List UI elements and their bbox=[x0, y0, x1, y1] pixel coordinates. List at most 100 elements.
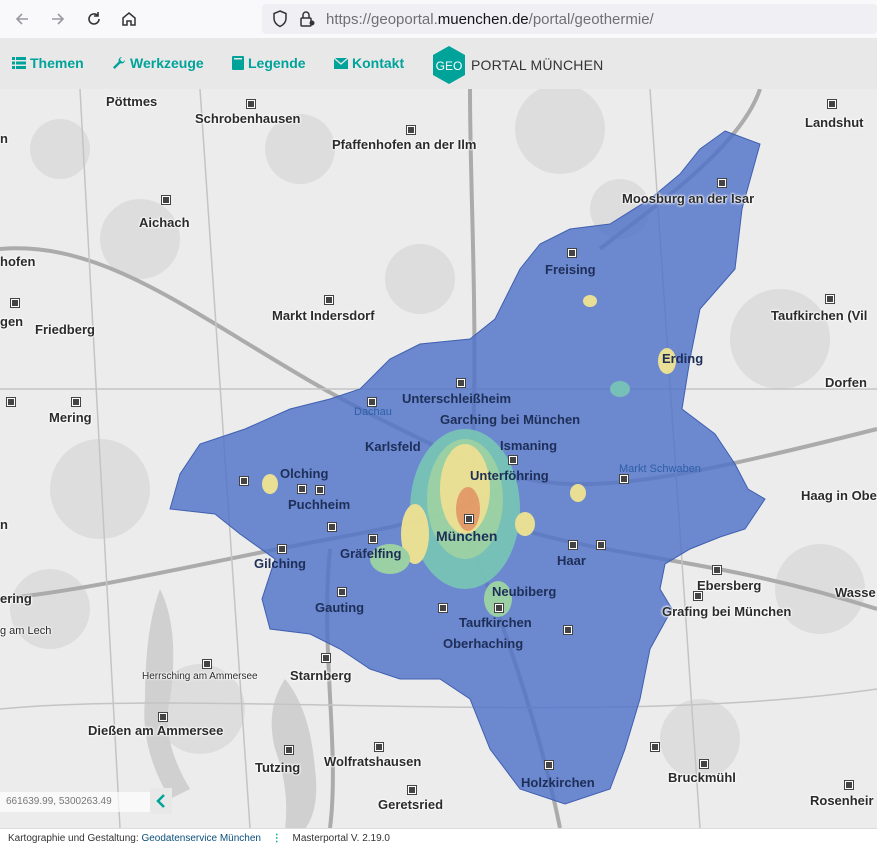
place-label: ering bbox=[0, 591, 32, 606]
url-text: https://geoportal.muenchen.de/portal/geo… bbox=[326, 11, 654, 28]
town-marker bbox=[247, 100, 255, 108]
place-label: Bruckmühl bbox=[668, 770, 736, 785]
place-label: Tutzing bbox=[255, 760, 301, 775]
town-marker bbox=[325, 296, 333, 304]
place-label: Olching bbox=[280, 466, 329, 481]
town-marker bbox=[369, 535, 377, 543]
menu-kontakt-label: Kontakt bbox=[352, 55, 405, 71]
town-marker bbox=[203, 660, 211, 668]
place-label: hofen bbox=[0, 254, 36, 269]
place-label: Haag in Obe bbox=[801, 488, 877, 503]
place-label: gen bbox=[0, 314, 24, 329]
coordinates-toggle[interactable] bbox=[150, 788, 172, 814]
place-label: Karlsfeld bbox=[365, 439, 421, 454]
place-label: Puchheim bbox=[288, 497, 351, 512]
place-label: Starnberg bbox=[290, 668, 352, 683]
menu-legende[interactable]: Legende bbox=[232, 55, 306, 71]
town-marker bbox=[439, 604, 447, 612]
place-label: Herrsching am Ammersee bbox=[142, 671, 258, 682]
coordinates-readout: 661639.99, 5300263.49 bbox=[0, 792, 150, 812]
town-marker bbox=[338, 588, 346, 596]
place-label: Oberhaching bbox=[443, 636, 524, 651]
place-label: Landshut bbox=[805, 115, 864, 130]
place-label: Taufkirchen bbox=[459, 615, 532, 630]
place-label: Mering bbox=[49, 410, 92, 425]
town-marker bbox=[828, 100, 836, 108]
town-marker bbox=[328, 523, 336, 531]
footer-version: Masterportal V. 2.19.0 bbox=[292, 833, 390, 844]
menu-themen[interactable]: Themen bbox=[12, 55, 84, 71]
place-label: Unterföhring bbox=[470, 468, 549, 483]
town-marker bbox=[240, 477, 248, 485]
logo-badge-text: GEO bbox=[436, 59, 463, 73]
forward-icon[interactable] bbox=[46, 7, 70, 31]
place-label: Dießen am Ammersee bbox=[88, 723, 224, 738]
place-label: Dorfen bbox=[825, 375, 867, 390]
place-label: Markt Schwaben bbox=[619, 463, 701, 475]
town-marker bbox=[407, 126, 415, 134]
town-marker bbox=[694, 592, 702, 600]
town-marker bbox=[457, 379, 465, 387]
place-label: n bbox=[0, 517, 8, 532]
lock-icon[interactable] bbox=[298, 10, 316, 28]
town-marker bbox=[545, 761, 553, 769]
place-label: n bbox=[0, 131, 8, 146]
place-label: Moosburg an der Isar bbox=[622, 191, 755, 206]
place-label: Neubiberg bbox=[492, 584, 557, 599]
menu-kontakt[interactable]: Kontakt bbox=[334, 55, 404, 71]
place-label: Grafing bei München bbox=[662, 604, 792, 619]
town-marker bbox=[72, 398, 80, 406]
town-marker bbox=[162, 196, 170, 204]
footer-credit-label: Kartographie und Gestaltung: bbox=[8, 833, 139, 844]
town-marker bbox=[316, 486, 324, 494]
address-bar[interactable]: https://geoportal.muenchen.de/portal/geo… bbox=[262, 4, 877, 34]
place-label: Holzkirchen bbox=[521, 775, 595, 790]
place-label: Pöttmes bbox=[106, 94, 158, 109]
place-label: Ebersberg bbox=[697, 578, 762, 593]
town-marker bbox=[713, 566, 721, 574]
footer: Kartographie und Gestaltung: Geodatenser… bbox=[0, 828, 877, 851]
reload-icon[interactable] bbox=[82, 7, 106, 31]
place-label: Wasse bbox=[835, 585, 876, 600]
town-marker bbox=[564, 626, 572, 634]
logo-text: PORTAL MÜNCHEN bbox=[471, 57, 604, 73]
wrench-icon bbox=[113, 57, 125, 69]
list-icon bbox=[12, 57, 26, 69]
menu-themen-label: Themen bbox=[30, 55, 84, 71]
town-marker bbox=[11, 299, 19, 307]
town-marker bbox=[465, 515, 473, 523]
place-label: Pfaffenhofen an der Ilm bbox=[332, 137, 477, 152]
place-label: München bbox=[436, 528, 498, 544]
menu-werkzeuge[interactable]: Werkzeuge bbox=[112, 55, 204, 71]
place-label: Markt Indersdorf bbox=[272, 308, 375, 323]
geo-logo[interactable]: GEO bbox=[431, 45, 467, 85]
town-marker bbox=[278, 545, 286, 553]
town-marker bbox=[700, 760, 708, 768]
town-marker bbox=[620, 475, 628, 483]
place-label: Aichach bbox=[139, 215, 190, 230]
place-label: g am Lech bbox=[0, 625, 52, 637]
place-label: Schrobenhausen bbox=[195, 111, 301, 126]
town-marker bbox=[568, 249, 576, 257]
shield-icon[interactable] bbox=[272, 10, 288, 28]
menu-legende-label: Legende bbox=[248, 55, 306, 71]
town-marker bbox=[569, 541, 577, 549]
town-marker bbox=[375, 743, 383, 751]
town-marker bbox=[322, 654, 330, 662]
place-label: Freising bbox=[545, 262, 596, 277]
town-marker bbox=[845, 781, 853, 789]
town-marker bbox=[509, 456, 517, 464]
back-icon[interactable] bbox=[10, 7, 34, 31]
town-marker bbox=[7, 398, 15, 406]
place-label: Geretsried bbox=[378, 797, 444, 812]
place-label: Taufkirchen (Vil bbox=[771, 308, 868, 323]
town-marker bbox=[718, 179, 726, 187]
place-label: Gilching bbox=[254, 556, 306, 571]
chevron-left-icon bbox=[156, 794, 165, 808]
footer-credit-link[interactable]: Geodatenservice München bbox=[141, 833, 261, 844]
map-view[interactable]: Pöttmes Schrobenhausen Pfaffenhofen an d… bbox=[0, 89, 877, 828]
place-label: Rosenheir bbox=[810, 793, 874, 808]
town-marker bbox=[285, 746, 293, 754]
town-marker bbox=[826, 295, 834, 303]
home-icon[interactable] bbox=[117, 7, 141, 31]
